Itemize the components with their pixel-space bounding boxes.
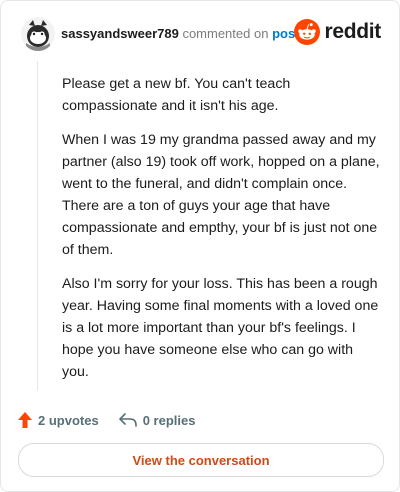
reddit-wordmark: reddit xyxy=(324,20,381,43)
view-conversation-button[interactable]: View the conversation xyxy=(18,443,384,477)
comment-paragraph: Please get a new bf. You can't teach com… xyxy=(62,76,291,114)
avatar[interactable] xyxy=(21,17,55,51)
comment-header: sassyandsweer789 commented on post reddi… xyxy=(21,15,381,55)
thread-line xyxy=(37,61,38,391)
reddit-brand[interactable]: reddit xyxy=(294,19,381,45)
reply-count: 0 replies xyxy=(142,412,196,428)
comment-card: sassyandsweer789 commented on post reddi… xyxy=(0,0,400,492)
comment-actions: 2 upvotes 0 replies xyxy=(18,409,195,431)
upvote-button[interactable]: 2 upvotes xyxy=(18,412,99,428)
upvote-arrow-icon xyxy=(18,412,32,428)
reddit-logo-icon xyxy=(294,19,321,45)
comment-meta: sassyandsweer789 commented on post xyxy=(61,26,300,41)
comment-paragraph: Also I'm sorry for your loss. This has b… xyxy=(62,276,379,380)
username-link[interactable]: sassyandsweer789 xyxy=(61,26,179,41)
comment-body: Please get a new bf. You can't teach com… xyxy=(62,73,380,395)
upvote-count: 2 upvotes xyxy=(38,412,99,428)
replies-button[interactable]: 0 replies xyxy=(118,412,196,428)
reply-icon xyxy=(118,413,137,427)
comment-paragraph: When I was 19 my grandma passed away and… xyxy=(62,132,380,258)
comment-action-text: commented on xyxy=(182,26,269,41)
